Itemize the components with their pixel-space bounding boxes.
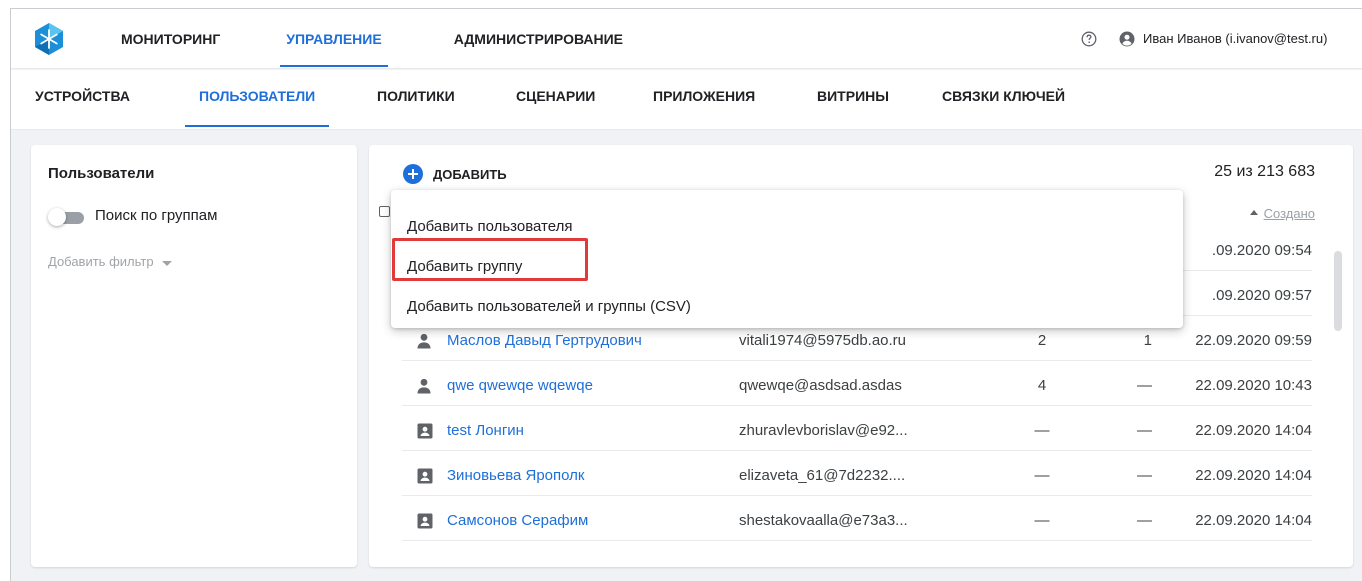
sub-nav: УСТРОЙСТВА ПОЛЬЗОВАТЕЛИ ПОЛИТИКИ СЦЕНАРИ… [11,70,1362,130]
cell-n2: 1 [1143,332,1152,349]
sort-created-header[interactable]: Создано [1249,206,1315,221]
add-filter-button[interactable]: Добавить фильтр [48,254,173,269]
tab-applications[interactable]: ПРИЛОЖЕНИЯ [653,88,755,104]
cell-name[interactable]: test Лонгин [447,422,524,439]
select-all-checkbox[interactable] [379,206,390,217]
cell-email: elizaveta_61@7d2232.... [739,467,906,484]
cell-n1: — [1034,422,1050,439]
cell-date: 22.09.2020 14:04 [1195,467,1312,484]
group-search-label: Поиск по группам [95,207,218,224]
caret-down-icon [162,260,173,266]
cell-date: 22.09.2020 09:59 [1195,332,1312,349]
tab-users[interactable]: ПОЛЬЗОВАТЕЛИ [184,88,330,127]
highlight-annotation [392,238,588,281]
table-row[interactable]: Самсонов Серафим shestakovaalla@e73a3... —… [402,501,1312,541]
cell-name[interactable]: qwe qwewqe wqewqe [447,377,593,394]
cell-n1: — [1034,512,1050,529]
cell-n2: — [1137,422,1152,439]
nav-management[interactable]: УПРАВЛЕНИЕ [280,9,389,69]
toggle-knob [48,208,66,226]
cell-n1: 4 [1037,377,1047,394]
nav-administration[interactable]: АДМИНИСТРИРОВАНИЕ [454,9,623,69]
cell-name[interactable]: Маслов Давыд Гертрудович [447,332,642,349]
main-nav: МОНИТОРИНГ УПРАВЛЕНИЕ АДМИНИСТРИРОВАНИЕ [121,9,623,69]
table-row[interactable]: qwe qwewqe wqewqe qwewqe@asdsad.asdas 4 — 22… [402,366,1312,406]
person-icon [417,378,431,394]
table-row[interactable]: test Лонгин zhuravlevborislav@e92... — — 22.… [402,411,1312,451]
results-count: 25 из 213 683 [1214,163,1315,180]
scrollbar-thumb[interactable] [1334,251,1342,331]
tab-keychains[interactable]: СВЯЗКИ КЛЮЧЕЙ [942,88,1065,104]
user-name[interactable]: Иван Иванов (i.ivanov@test.ru) [1143,31,1327,47]
filter-panel: Пользователи Поиск по группам Добавить ф… [31,145,357,567]
person-icon [417,333,431,349]
cell-n2: — [1137,512,1152,529]
cell-date: 22.09.2020 10:43 [1195,377,1312,394]
sort-created-label: Создано [1263,206,1315,221]
group-search-toggle[interactable] [48,208,84,226]
contact-card-icon [417,468,433,484]
table-row[interactable]: Зиновьева Ярополк elizaveta_61@7d2232....… [402,456,1312,496]
cell-n1: 2 [1037,332,1047,349]
cell-date: 22.09.2020 14:04 [1195,422,1312,439]
question-circle-icon[interactable] [1081,31,1097,47]
cell-name[interactable]: Зиновьева Ярополк [447,467,584,484]
plus-circle-icon [403,164,423,184]
contact-card-icon [417,513,433,529]
tab-devices[interactable]: УСТРОЙСТВА [35,88,130,104]
filter-panel-title: Пользователи [48,165,155,182]
cell-date: .09.2020 09:57 [1211,287,1312,304]
cell-n1: — [1034,467,1050,484]
cell-name[interactable]: Самсонов Серафим [447,512,588,529]
app-frame: МОНИТОРИНГ УПРАВЛЕНИЕ АДМИНИСТРИРОВАНИЕ … [10,8,1362,581]
top-bar: МОНИТОРИНГ УПРАВЛЕНИЕ АДМИНИСТРИРОВАНИЕ … [11,9,1362,69]
sort-asc-icon [1249,210,1258,216]
add-filter-label: Добавить фильтр [48,254,154,269]
cell-n2: — [1137,377,1152,394]
add-button[interactable]: ДОБАВИТЬ [403,163,507,185]
add-button-label: ДОБАВИТЬ [433,166,507,182]
cell-date: .09.2020 09:54 [1211,242,1312,259]
menu-item-add-csv[interactable]: Добавить пользователей и группы (CSV) [391,287,1183,327]
nav-monitoring[interactable]: МОНИТОРИНГ [121,9,220,69]
cell-email: qwewqe@asdsad.asdas [739,377,902,394]
tab-policies[interactable]: ПОЛИТИКИ [377,88,455,104]
cell-email: shestakovaalla@e73a3... [739,512,908,529]
tab-storefronts[interactable]: ВИТРИНЫ [817,88,889,104]
tab-scenarios[interactable]: СЦЕНАРИИ [516,88,595,104]
cell-email: zhuravlevborislav@e92... [739,422,908,439]
contact-card-icon [417,423,433,439]
cell-email: vitali1974@5975db.ao.ru [739,332,907,349]
account-circle-icon[interactable] [1119,31,1135,47]
cell-n2: — [1137,467,1152,484]
hexagon-snowflake-logo[interactable] [32,22,66,56]
cell-date: 22.09.2020 14:04 [1195,512,1312,529]
